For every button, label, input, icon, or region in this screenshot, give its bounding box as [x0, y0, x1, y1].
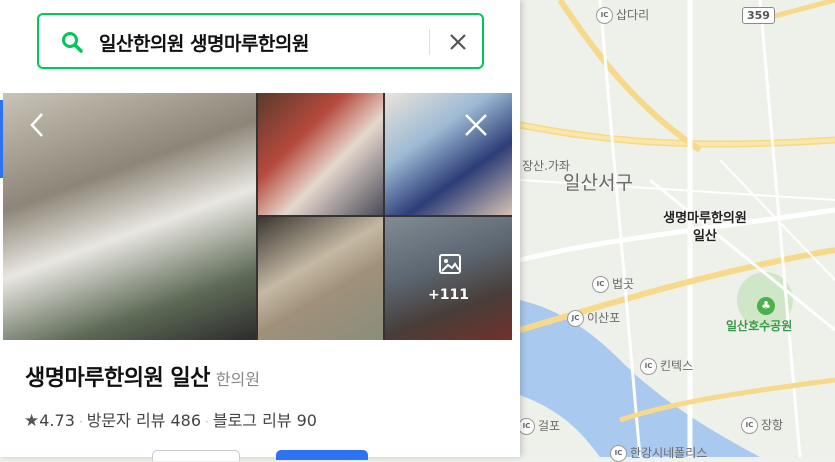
- photo-overlay: [385, 217, 512, 340]
- park-icon: ♣: [757, 297, 775, 315]
- photo-more-count: +111: [428, 287, 469, 303]
- separator-dot: ·: [205, 415, 209, 429]
- place-category: 한의원: [215, 370, 260, 389]
- photo-thumbnail[interactable]: [258, 217, 383, 340]
- search-bar[interactable]: 일산한의원 생명마루한의원: [37, 13, 484, 69]
- ic-label: IC 한강시네폴리스: [610, 444, 707, 462]
- place-meta: ★4.73 · 방문자 리뷰 486 · 블로그 리뷰 90: [24, 407, 317, 431]
- ic-label: IC 장항: [741, 416, 783, 434]
- visitor-reviews-link[interactable]: 방문자 리뷰 486: [87, 411, 201, 430]
- chevron-left-icon[interactable]: [23, 110, 53, 140]
- place-title-row: 생명마루한의원 일산 한의원: [25, 360, 260, 392]
- photo-thumbnail[interactable]: [258, 93, 383, 215]
- ic-label: JC 이산포: [567, 309, 620, 327]
- ic-label: IC 걸포: [518, 417, 560, 435]
- search-input[interactable]: 일산한의원 생명마루한의원: [99, 29, 309, 56]
- close-icon[interactable]: [445, 29, 471, 55]
- primary-action-button[interactable]: [276, 450, 368, 460]
- search-icon[interactable]: [61, 31, 83, 53]
- place-panel: 일산한의원 생명마루한의원 +111 생명마루한의원 일산 한의원 ★4.73 …: [0, 0, 520, 461]
- photo-gallery[interactable]: +111: [3, 93, 512, 340]
- poi-label: 생명마루한의원 일산: [645, 210, 765, 246]
- place-name[interactable]: 생명마루한의원 일산: [25, 366, 210, 391]
- poi-sub: 일산: [693, 229, 717, 244]
- star-icon: ★: [24, 411, 40, 431]
- photo-more[interactable]: +111: [385, 217, 512, 340]
- blog-reviews-link[interactable]: 블로그 리뷰 90: [213, 411, 317, 430]
- action-button[interactable]: [152, 450, 240, 461]
- rating-value: 4.73: [39, 411, 75, 430]
- search-divider: [429, 29, 430, 55]
- park-label: 일산호수공원: [726, 319, 793, 333]
- image-icon: [439, 254, 461, 274]
- photo-thumbnail[interactable]: [385, 93, 512, 215]
- poi-name: 생명마루한의원: [663, 211, 747, 226]
- close-icon[interactable]: [461, 110, 491, 140]
- ic-label: IC 킨텍스: [640, 357, 693, 375]
- ic-label: IC 법곳: [592, 275, 634, 293]
- separator-dot: ·: [78, 415, 83, 429]
- route-shield: 359: [742, 7, 775, 24]
- ic-label: IC 삽다리: [596, 6, 649, 24]
- district-label: 일산서구: [563, 172, 633, 194]
